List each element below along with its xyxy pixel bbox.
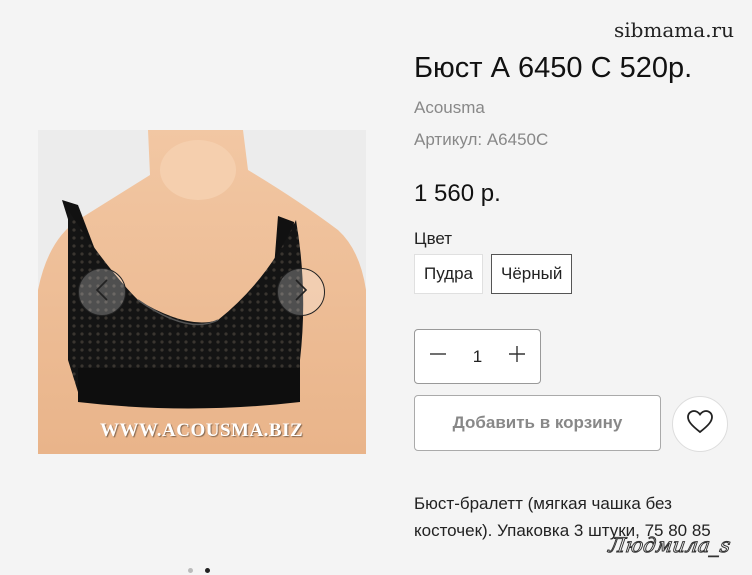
gallery-next-button[interactable]: [277, 268, 325, 316]
increase-button[interactable]: [506, 346, 528, 368]
favorite-button[interactable]: [672, 396, 728, 452]
gallery-dot[interactable]: [188, 568, 193, 573]
color-option-pudra[interactable]: Пудра: [414, 254, 483, 294]
product-price: 1 560 р.: [414, 180, 501, 207]
quantity-value[interactable]: 1: [473, 347, 482, 367]
color-option-black[interactable]: Чёрный: [490, 254, 573, 294]
chevron-right-icon: [294, 278, 308, 307]
decrease-button[interactable]: [427, 346, 449, 368]
watermark-signature: Людмила_s: [606, 533, 732, 558]
plus-icon: [508, 345, 526, 368]
add-to-cart-button[interactable]: Добавить в корзину: [414, 395, 661, 451]
color-options: Пудра Чёрный: [414, 254, 573, 294]
image-watermark-label: WWW.ACOUSMA.BIZ: [100, 420, 304, 441]
product-title: Бюст А 6450 С 520р.: [414, 52, 693, 84]
gallery-dots: [188, 568, 210, 573]
product-sku: Артикул: A6450C: [414, 130, 549, 149]
chevron-left-icon: [95, 278, 109, 307]
quantity-stepper: 1: [414, 329, 541, 384]
heart-icon: [687, 409, 713, 439]
color-label: Цвет: [414, 229, 453, 248]
product-brand[interactable]: Acousma: [414, 98, 485, 118]
gallery-dot-active[interactable]: [205, 568, 210, 573]
watermark-sibmama: sibmama.ru: [613, 18, 734, 42]
gallery-prev-button[interactable]: [78, 268, 126, 316]
minus-icon: [429, 345, 447, 368]
